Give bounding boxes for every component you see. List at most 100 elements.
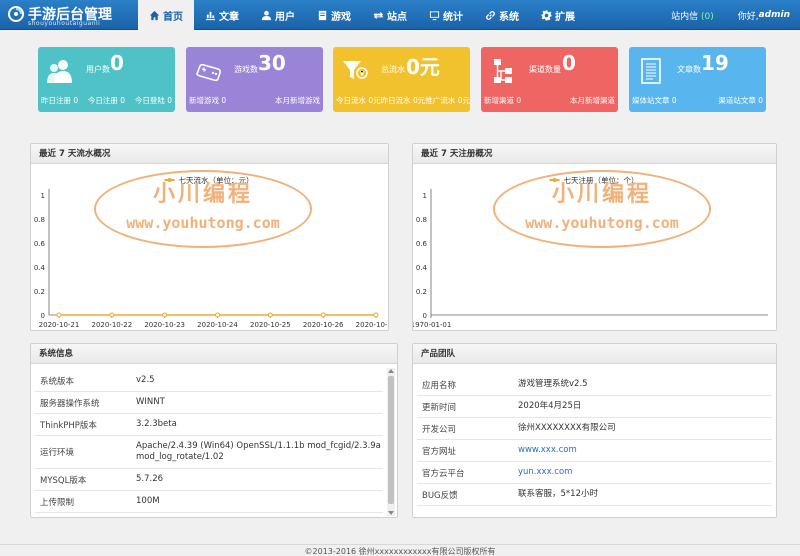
- watermark-line1: 小川编程: [551, 182, 652, 207]
- card-label: 游戏数: [234, 65, 258, 74]
- messages-label: 站内信: [671, 11, 699, 22]
- card-foot-item: 媒体站文章 0: [632, 96, 677, 105]
- table-row: MYSQL版本 5.7.26: [35, 469, 383, 491]
- sitemap-icon: [494, 59, 512, 83]
- info-value: 2020年4月25日: [518, 401, 582, 411]
- info-key: 官方云平台: [422, 468, 465, 479]
- y-tick-label: 0.2: [34, 288, 45, 296]
- info-key: 运行环境: [40, 448, 75, 458]
- data-point: [373, 312, 379, 318]
- card-foot-item: 今日注册 0: [87, 96, 126, 105]
- system-info-scrollbar[interactable]: [387, 368, 395, 516]
- info-key: 系统版本: [40, 376, 75, 387]
- info-value: 100M: [136, 496, 160, 506]
- nav-item-sites[interactable]: 站点: [362, 0, 418, 30]
- info-value: v2.5: [136, 375, 155, 385]
- nav-item-label: 系统: [499, 11, 519, 23]
- users-icon: [47, 60, 72, 83]
- messages-link[interactable]: 站内信 (0): [671, 9, 714, 22]
- scroll-up-arrow[interactable]: [388, 369, 394, 373]
- table-row: 系统版本 v2.5: [35, 370, 383, 392]
- scroll-down-arrow[interactable]: [388, 511, 394, 515]
- info-key: 服务器操作系统: [40, 398, 100, 409]
- brand-logo[interactable]: 手游后台管理 shouyouhoutaiguanli: [6, 2, 138, 28]
- product-team-panel: 产品团队 应用名称 游戏管理系统v2.5 更新时间 2020年4月25日 开发公司 徐…: [412, 343, 777, 518]
- info-value: WINNT: [136, 397, 165, 407]
- monitor-icon: [429, 10, 440, 20]
- brand-subtitle: shouyouhoutaiguanli: [28, 20, 101, 27]
- x-tick-label: 2020-10-25: [250, 321, 291, 329]
- card-label: 渠道数量: [529, 65, 561, 74]
- table-row: 应用名称 游戏管理系统v2.5: [417, 374, 772, 396]
- stat-card-channels[interactable]: 渠道数量 0 新增渠道 0 本月新增渠道: [481, 47, 618, 112]
- username-link[interactable]: admin: [759, 10, 790, 20]
- card-foot-item: 本月新增游戏: [275, 96, 320, 105]
- user-icon: [261, 10, 272, 20]
- card-foot-item: 推广流水 0元: [425, 96, 470, 105]
- data-point: [56, 312, 62, 318]
- card-foot-item: 新增游戏 0: [189, 96, 227, 105]
- nav-item-label: 统计: [443, 11, 463, 23]
- gamepad-icon: [196, 63, 222, 82]
- stat-card-games[interactable]: 游戏数 30 新增游戏 0 本月新增游戏: [186, 47, 323, 112]
- card-foot-item: 今日登陆 0: [134, 96, 172, 105]
- watermark-line2: www.youhutong.com: [525, 214, 679, 232]
- card-footer: 新增渠道 0 本月新增渠道: [484, 95, 615, 106]
- card-footer: 新增游戏 0 本月新增游戏: [189, 95, 320, 106]
- y-tick-label: 0: [423, 312, 427, 320]
- x-tick-label: 2020-10-23: [144, 321, 185, 329]
- system-info-panel: 系统信息 系统版本 v2.5 服务器操作系统 WINNT ThinkPHP版本 3.2…: [30, 343, 398, 518]
- book-icon: [318, 10, 327, 20]
- panel-title: 最近 7 天流水概况: [31, 144, 388, 164]
- nav-item-users[interactable]: 用户: [250, 0, 306, 30]
- card-footer: 今日流水 0元 昨日流水 0元 推广流水 0元: [336, 95, 470, 106]
- y-tick-label: 1: [41, 192, 45, 200]
- info-key: 开发公司: [422, 424, 457, 435]
- stat-card-users[interactable]: 用户数 0 昨日注册 0 今日注册 0 今日登陆 0: [38, 47, 175, 112]
- nav-item-games[interactable]: 游戏: [306, 0, 362, 30]
- table-row: 服务器操作系统 WINNT: [35, 392, 383, 414]
- y-tick-label: 0.4: [416, 264, 428, 272]
- page-footer: ©2013-2016 徐州xxxxxxxxxxxx有限公司版权所有: [0, 544, 800, 556]
- card-foot-item: 本月新增渠道: [570, 96, 615, 105]
- nav-item-label: 文章: [219, 11, 239, 23]
- card-foot-item: 昨日注册 0: [41, 96, 79, 105]
- y-tick-label: 0.8: [34, 216, 45, 224]
- y-tick-label: 0.6: [34, 240, 46, 248]
- info-key: 上传限制: [40, 497, 75, 508]
- card-foot-item: 新增渠道 0: [484, 96, 522, 105]
- nav-item-extensions[interactable]: 扩展: [530, 0, 586, 30]
- scroll-thumb[interactable]: [388, 376, 394, 504]
- nav-item-articles[interactable]: 文章: [194, 0, 250, 30]
- nav-item-label: 首页: [163, 11, 183, 23]
- system-info-table: 系统版本 v2.5 服务器操作系统 WINNT ThinkPHP版本 3.2.3bet…: [35, 370, 383, 513]
- nav-item-stats[interactable]: 统计: [418, 0, 474, 30]
- watermark-stamp: 小川编程 www.youhutong.com: [493, 170, 711, 248]
- stat-card-articles[interactable]: 文章数 19 媒体站文章 0 渠道站文章 0: [629, 47, 766, 112]
- x-tick-label: 2020-10-24: [197, 321, 238, 329]
- table-row: 运行环境 Apache/2.4.39 (Win64) OpenSSL/1.1.1b…: [35, 436, 383, 469]
- panel-title: 最近 7 天注册概况: [413, 144, 776, 164]
- official-website-link[interactable]: www.xxx.com: [518, 445, 772, 456]
- arrows-icon: [373, 11, 384, 19]
- info-value: 徐州XXXXXXXX有限公司: [518, 423, 616, 433]
- panel-title: 产品团队: [413, 344, 776, 364]
- table-row: 更新时间 2020年4月25日: [417, 396, 772, 418]
- info-value: Apache/2.4.39 (Win64) OpenSSL/1.1.1b mod…: [136, 441, 381, 462]
- x-tick-label: 2020-10-22: [91, 321, 132, 329]
- card-foot-item: 渠道站文章 0: [718, 96, 763, 105]
- cloud-platform-link[interactable]: yun.xxx.com: [518, 467, 772, 478]
- logo-swirl-icon: [8, 6, 24, 22]
- x-tick-label: 2020-10-27: [356, 321, 389, 329]
- product-team-table: 应用名称 游戏管理系统v2.5 更新时间 2020年4月25日 开发公司 徐州XXXX…: [417, 374, 772, 506]
- info-value: 联系客服，5*12小时: [518, 489, 598, 499]
- stat-card-revenue[interactable]: 总流水 0元 今日流水 0元 昨日流水 0元 推广流水 0元: [333, 47, 470, 112]
- card-value: 0: [562, 51, 576, 75]
- nav-item-home[interactable]: 首页: [138, 0, 194, 30]
- top-navbar: 手游后台管理 shouyouhoutaiguanli 首页 文章 用户 游戏 站…: [0, 0, 800, 30]
- table-row: BUG反馈 联系客服，5*12小时: [417, 484, 772, 506]
- table-row: 官方网址 www.xxx.com: [417, 440, 772, 462]
- info-key: 应用名称: [422, 380, 457, 391]
- data-point: [162, 312, 168, 318]
- nav-item-system[interactable]: 系统: [474, 0, 530, 30]
